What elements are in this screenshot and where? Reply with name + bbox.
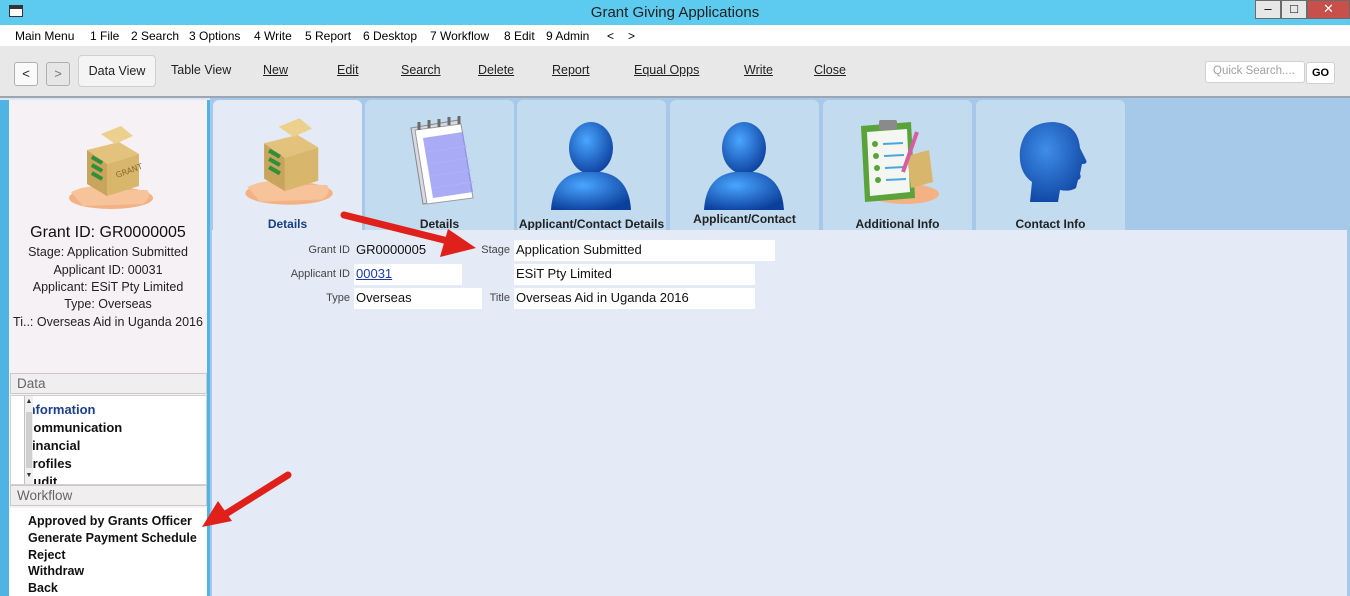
workflow-withdraw[interactable]: Withdraw	[28, 564, 84, 578]
menu-bar: Main Menu 1 File 2 Search 3 Options 4 Wr…	[0, 25, 1350, 46]
summary-title: Ti..: Overseas Aid in Uganda 2016	[13, 315, 203, 329]
applicant-id-link[interactable]: 00031	[354, 264, 462, 285]
minimize-button[interactable]: –	[1255, 0, 1281, 19]
workflow-section-header[interactable]: Workflow	[10, 485, 207, 506]
search-button[interactable]: Search	[401, 63, 441, 77]
delete-button[interactable]: Delete	[478, 63, 514, 77]
summary-type: Type: Overseas	[64, 297, 152, 311]
data-list: Information Communication Financial Prof…	[10, 395, 207, 485]
tab-label: Contact Info	[1015, 217, 1086, 231]
close-window-button[interactable]: ✕	[1307, 0, 1350, 19]
clipboard-icon	[861, 120, 939, 204]
data-section-header[interactable]: Data	[10, 373, 207, 394]
workflow-reject[interactable]: Reject	[28, 548, 66, 562]
menu-scroll-left[interactable]: <	[607, 29, 614, 43]
workflow-generate-payment-schedule[interactable]: Generate Payment Schedule	[28, 531, 197, 545]
scroll-up-icon[interactable]: ▲	[25, 398, 33, 405]
workflow-approved-by-grants-officer[interactable]: Approved by Grants Officer	[28, 514, 192, 528]
edit-button[interactable]: Edit	[337, 63, 359, 77]
go-button[interactable]: GO	[1306, 62, 1335, 84]
scroll-thumb[interactable]	[26, 412, 32, 468]
summary-stage: Stage: Application Submitted	[28, 245, 188, 259]
tab-label: Applicant/Contact Details	[518, 217, 665, 231]
data-item-information[interactable]: Information	[24, 402, 96, 417]
summary-applicant-id: Applicant ID: 00031	[53, 263, 163, 277]
applicant-name-field[interactable]: ESiT Pty Limited	[514, 264, 755, 285]
menu-write[interactable]: 4 Write	[254, 29, 292, 43]
summary-grant-id: Grant ID: GR0000005	[30, 224, 186, 241]
workflow-back[interactable]: Back	[28, 581, 58, 595]
annotation-arrow-icon	[340, 211, 476, 257]
title-bar: Grant Giving Applications – □ ✕	[0, 0, 1350, 25]
quick-search-input[interactable]: Quick Search....	[1205, 61, 1305, 83]
new-button[interactable]: New	[263, 63, 288, 77]
back-button[interactable]: <	[14, 62, 38, 86]
data-view-button[interactable]: Data View	[78, 55, 156, 87]
menu-search[interactable]: 2 Search	[131, 29, 179, 43]
grant-box-icon	[245, 118, 333, 205]
person-icon	[704, 122, 784, 210]
menu-file[interactable]: 1 File	[90, 29, 119, 43]
menu-report[interactable]: 5 Report	[305, 29, 351, 43]
head-profile-icon	[1019, 122, 1087, 202]
data-item-communication[interactable]: Communication	[24, 420, 122, 435]
title-field[interactable]: Overseas Aid in Uganda 2016	[514, 288, 755, 309]
menu-options[interactable]: 3 Options	[189, 29, 240, 43]
equal-opps-button[interactable]: Equal Opps	[634, 63, 699, 77]
notepad-icon	[410, 116, 474, 205]
menu-main-menu[interactable]: Main Menu	[15, 29, 74, 43]
annotation-arrow-icon	[202, 471, 292, 527]
tab-contact-info[interactable]: Contact Info	[976, 100, 1125, 231]
tab-label: Applicant/Contact	[693, 212, 796, 226]
tab-applicant-contact[interactable]: Applicant/Contact	[670, 100, 819, 230]
workflow-list: Approved by Grants Officer Generate Paym…	[10, 508, 207, 596]
report-button[interactable]: Report	[552, 63, 590, 77]
forward-button[interactable]: >	[46, 62, 70, 86]
write-button[interactable]: Write	[744, 63, 773, 77]
menu-edit[interactable]: 8 Edit	[504, 29, 535, 43]
summary-applicant: Applicant: ESiT Pty Limited	[32, 280, 184, 294]
data-list-scrollbar[interactable]: ▲ ▼	[24, 396, 33, 484]
applicant-id-label: Applicant ID	[290, 268, 350, 280]
scroll-down-icon[interactable]: ▼	[25, 472, 33, 479]
details-form: Grant ID GR0000005 Stage Application Sub…	[212, 230, 1347, 596]
left-panel: GRANT Grant ID: GR0000005 Stage: Applica…	[0, 100, 210, 596]
grant-box-icon: GRANT	[69, 126, 153, 209]
menu-workflow[interactable]: 7 Workflow	[430, 29, 489, 43]
maximize-button[interactable]: □	[1281, 0, 1307, 19]
title-label: Title	[489, 292, 510, 304]
table-view-button[interactable]: Table View	[171, 63, 231, 77]
menu-admin[interactable]: 9 Admin	[546, 29, 589, 43]
tab-applicant-contact-details[interactable]: Applicant/Contact Details	[517, 100, 666, 231]
window-title: Grant Giving Applications	[590, 4, 760, 21]
toolbar: < > Data View Table View New Edit Search…	[0, 46, 1350, 98]
menu-scroll-right[interactable]: >	[628, 29, 635, 43]
person-icon	[551, 122, 631, 210]
tab-label: Additional Info	[855, 217, 940, 231]
stage-field[interactable]: Application Submitted	[514, 240, 775, 261]
close-button[interactable]: Close	[814, 63, 846, 77]
menu-desktop[interactable]: 6 Desktop	[363, 29, 417, 43]
type-label: Type	[326, 292, 350, 304]
tab-additional-info[interactable]: Additional Info	[823, 100, 972, 231]
